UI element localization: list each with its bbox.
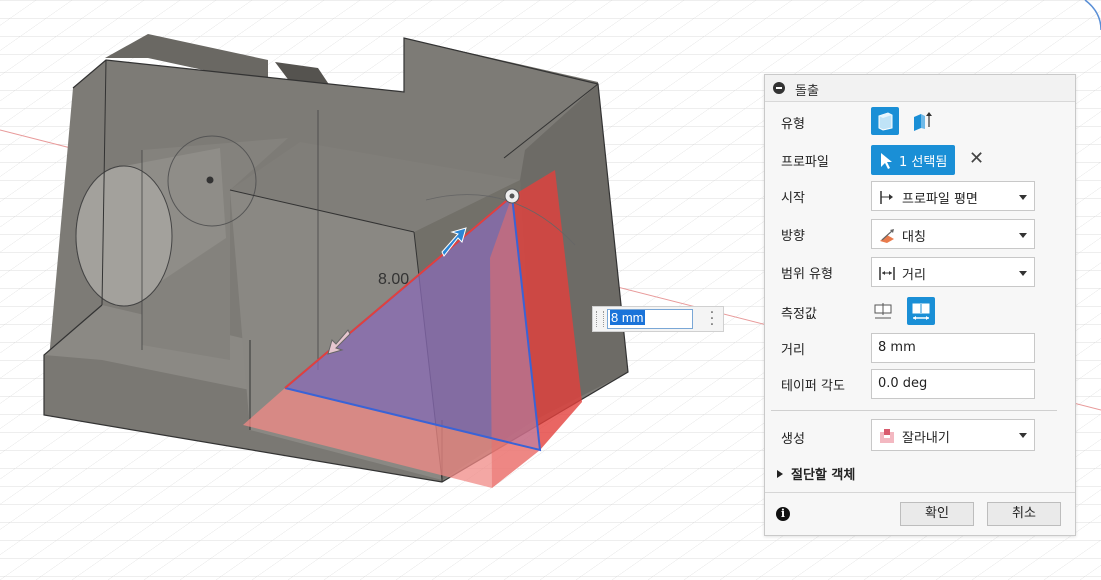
chevron-down-icon bbox=[1019, 233, 1027, 238]
thin-extrude-icon bbox=[914, 112, 932, 131]
measure-side-icon bbox=[874, 303, 892, 319]
ok-button[interactable]: 확인 bbox=[900, 502, 974, 526]
expand-triangle-icon bbox=[777, 470, 783, 478]
distance-input[interactable]: 8 mm bbox=[871, 333, 1035, 363]
operation-value: 잘라내기 bbox=[902, 431, 950, 446]
distance-inline-input[interactable]: 8 mm bbox=[607, 309, 693, 329]
collapse-icon[interactable] bbox=[773, 82, 785, 94]
objects-to-cut-label: 절단할 객체 bbox=[791, 468, 856, 483]
info-icon[interactable]: i bbox=[776, 507, 790, 521]
more-options-icon[interactable]: · · · bbox=[709, 306, 715, 332]
chevron-down-icon bbox=[1019, 433, 1027, 438]
row-operation: 생성 잘라내기 bbox=[765, 419, 1075, 451]
row-taper-angle: 테이퍼 각도 0.0 deg bbox=[765, 369, 1075, 399]
profile-plane-icon bbox=[880, 191, 893, 204]
measure-side-button[interactable] bbox=[869, 297, 897, 325]
solid-extrude-icon bbox=[878, 112, 893, 131]
row-extent-type: 범위 유형 거리 bbox=[765, 257, 1075, 287]
type-thin-button[interactable] bbox=[907, 107, 935, 135]
section-divider bbox=[771, 410, 1057, 411]
row-measurement: 측정값 bbox=[765, 297, 1075, 327]
operation-label: 생성 bbox=[781, 432, 805, 447]
measure-whole-icon bbox=[912, 303, 930, 320]
distance-inline-editor[interactable]: 8 mm · · · bbox=[592, 306, 724, 332]
direction-label: 방향 bbox=[781, 229, 805, 244]
cut-operation-icon bbox=[880, 429, 894, 443]
cursor-arrow-icon bbox=[881, 153, 892, 169]
chevron-down-icon bbox=[1019, 271, 1027, 276]
measure-whole-button[interactable] bbox=[907, 297, 935, 325]
cancel-button[interactable]: 취소 bbox=[987, 502, 1061, 526]
row-profile: 프로파일 1 선택됨 ✕ bbox=[765, 145, 1075, 175]
distance-inline-value: 8 mm bbox=[610, 310, 645, 325]
distance-extent-icon bbox=[879, 267, 895, 280]
operation-dropdown[interactable]: 잘라내기 bbox=[871, 419, 1035, 451]
extent-type-dropdown[interactable]: 거리 bbox=[871, 257, 1035, 287]
dimension-label: 8.00 bbox=[378, 271, 410, 288]
profile-select-text: 1 선택됨 bbox=[899, 155, 948, 170]
distance-label: 거리 bbox=[781, 343, 805, 358]
taper-angle-input[interactable]: 0.0 deg bbox=[871, 369, 1035, 399]
panel-footer: i 확인 취소 bbox=[765, 492, 1075, 535]
symmetric-icon bbox=[880, 229, 894, 243]
direction-dropdown[interactable]: 대칭 bbox=[871, 219, 1035, 249]
chevron-down-icon bbox=[1019, 195, 1027, 200]
type-solid-button[interactable] bbox=[871, 107, 899, 135]
row-type: 유형 bbox=[765, 107, 1075, 137]
type-label: 유형 bbox=[781, 117, 805, 132]
start-dropdown[interactable]: 프로파일 평면 bbox=[871, 181, 1035, 211]
row-start: 시작 프로파일 평면 bbox=[765, 181, 1075, 211]
start-value: 프로파일 평면 bbox=[902, 192, 978, 207]
extent-type-value: 거리 bbox=[902, 268, 926, 283]
extent-type-label: 범위 유형 bbox=[781, 267, 833, 282]
taper-angle-label: 테이퍼 각도 bbox=[781, 379, 845, 394]
start-label: 시작 bbox=[781, 191, 805, 206]
objects-to-cut-toggle[interactable]: 절단할 객체 bbox=[777, 464, 855, 483]
row-direction: 방향 대칭 bbox=[765, 219, 1075, 249]
grip-handle-icon[interactable] bbox=[596, 311, 604, 327]
measurement-label: 측정값 bbox=[781, 307, 817, 322]
clear-selection-icon[interactable]: ✕ bbox=[969, 148, 984, 169]
profile-label: 프로파일 bbox=[781, 155, 829, 170]
panel-title: 돌출 bbox=[795, 84, 819, 99]
extrude-panel: 돌출 유형 프로파일 1 선택됨 ✕ 시작 프로파일 평면 방향 대칭 범위 유… bbox=[764, 74, 1076, 536]
panel-header[interactable]: 돌출 bbox=[765, 75, 1075, 102]
row-distance: 거리 8 mm bbox=[765, 333, 1075, 363]
profile-select-button[interactable]: 1 선택됨 bbox=[871, 145, 955, 175]
direction-value: 대칭 bbox=[902, 230, 926, 245]
